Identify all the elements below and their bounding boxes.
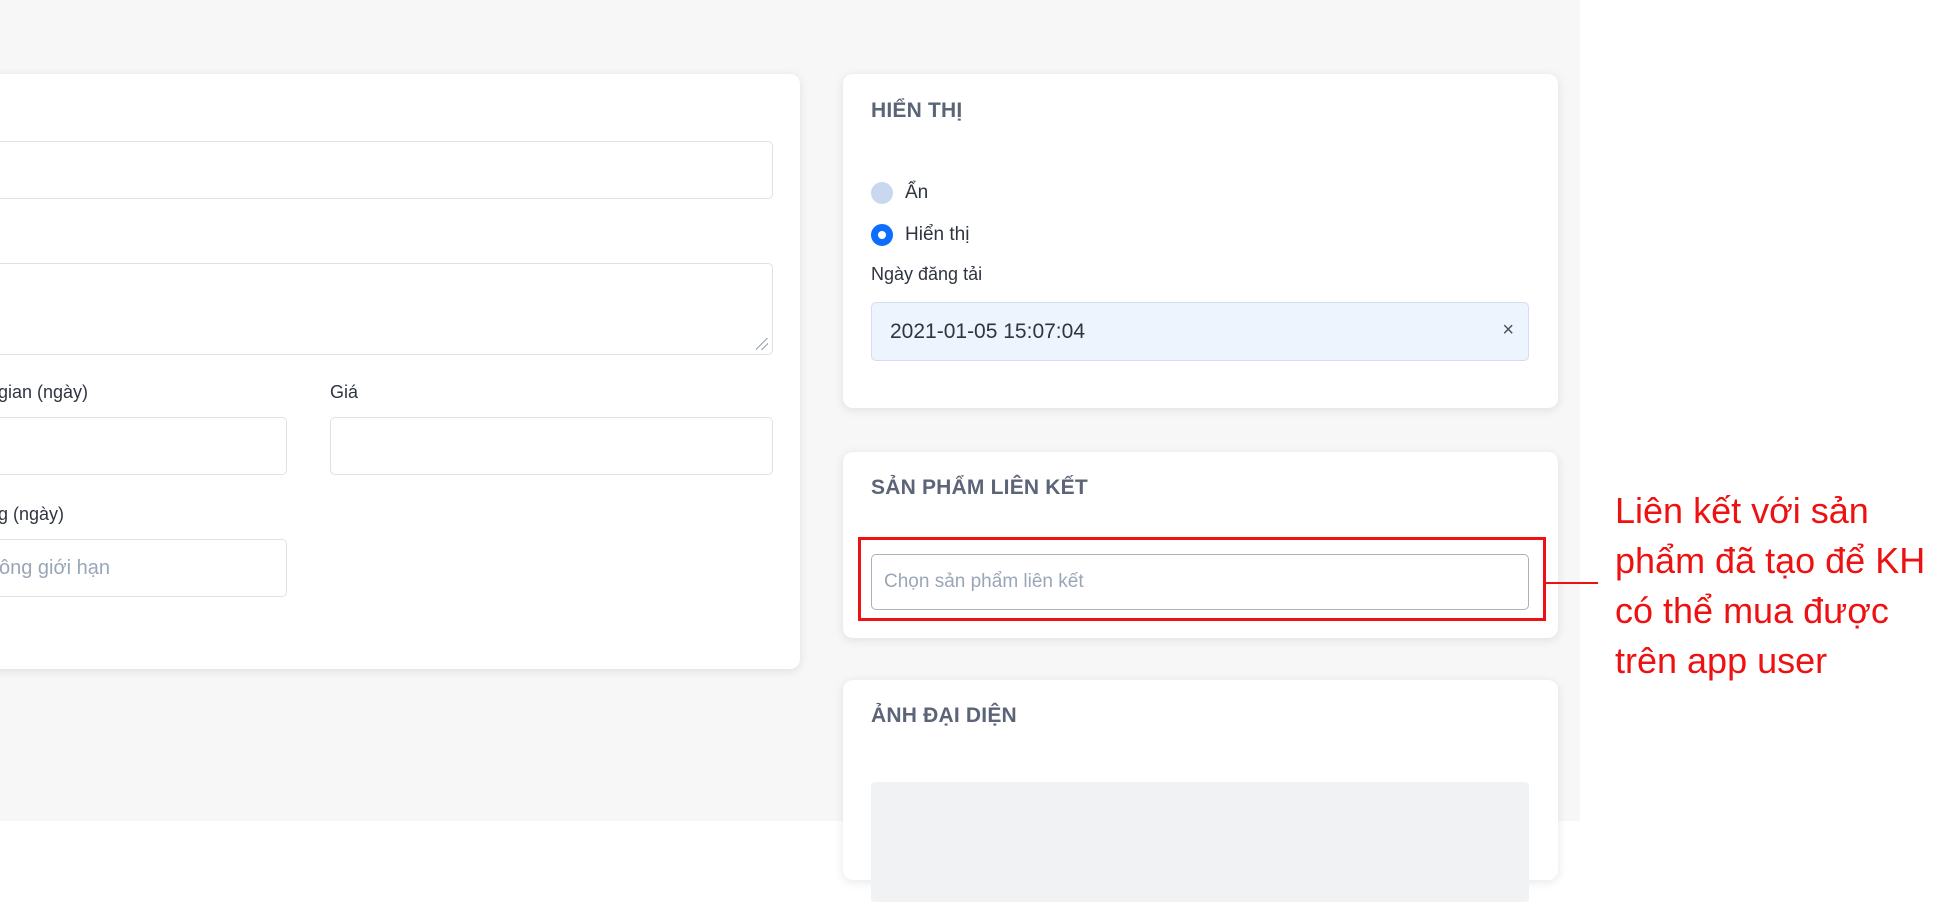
publish-date-field[interactable]: 2021-01-05 15:07:04 ×: [871, 302, 1529, 361]
name-input[interactable]: [0, 141, 773, 199]
display-card: HIỂN THỊ Ẩn Hiển thị Ngày đăng tải 2021-…: [843, 74, 1558, 408]
linked-products-title: SẢN PHẨM LIÊN KẾT: [871, 476, 1088, 499]
annotation-text: Liên kết với sản phẩm đã tạo để KH có th…: [1615, 490, 1926, 681]
limit-input[interactable]: [0, 539, 287, 597]
price-label: Giá: [330, 382, 359, 402]
annotation-connector-line: [1546, 582, 1598, 584]
annotation-highlight-box: [858, 537, 1546, 621]
avatar-upload-area[interactable]: [871, 782, 1529, 902]
avatar-card-title: ẢNH ĐẠI DIỆN: [871, 704, 1017, 727]
publish-date-value: 2021-01-05 15:07:04: [890, 320, 1085, 343]
radio-hidden[interactable]: [871, 182, 893, 204]
avatar-card: ẢNH ĐẠI DIỆN: [843, 680, 1558, 902]
radio-visible[interactable]: [871, 224, 893, 246]
duration-input[interactable]: [0, 417, 287, 475]
duration-label: gian (ngày): [0, 382, 89, 402]
radio-hidden-label: Ẩn: [905, 182, 929, 203]
resize-grip-icon[interactable]: [756, 338, 768, 350]
clear-icon[interactable]: ×: [1502, 319, 1514, 342]
radio-visible-option[interactable]: Hiển thị: [871, 224, 969, 246]
product-form-card: gian (ngày) Giá g (ngày): [0, 74, 800, 669]
display-card-title: HIỂN THỊ: [871, 99, 963, 122]
limit-label: g (ngày): [0, 504, 65, 524]
price-input[interactable]: [330, 417, 773, 475]
radio-visible-label: Hiển thị: [905, 224, 970, 245]
description-textarea[interactable]: [0, 263, 773, 355]
app-area: gian (ngày) Giá g (ngày) HIỂN THỊ Ẩn Hiể…: [0, 0, 1580, 902]
publish-date-label: Ngày đăng tải: [871, 264, 983, 284]
radio-hidden-option[interactable]: Ẩn: [871, 182, 928, 204]
